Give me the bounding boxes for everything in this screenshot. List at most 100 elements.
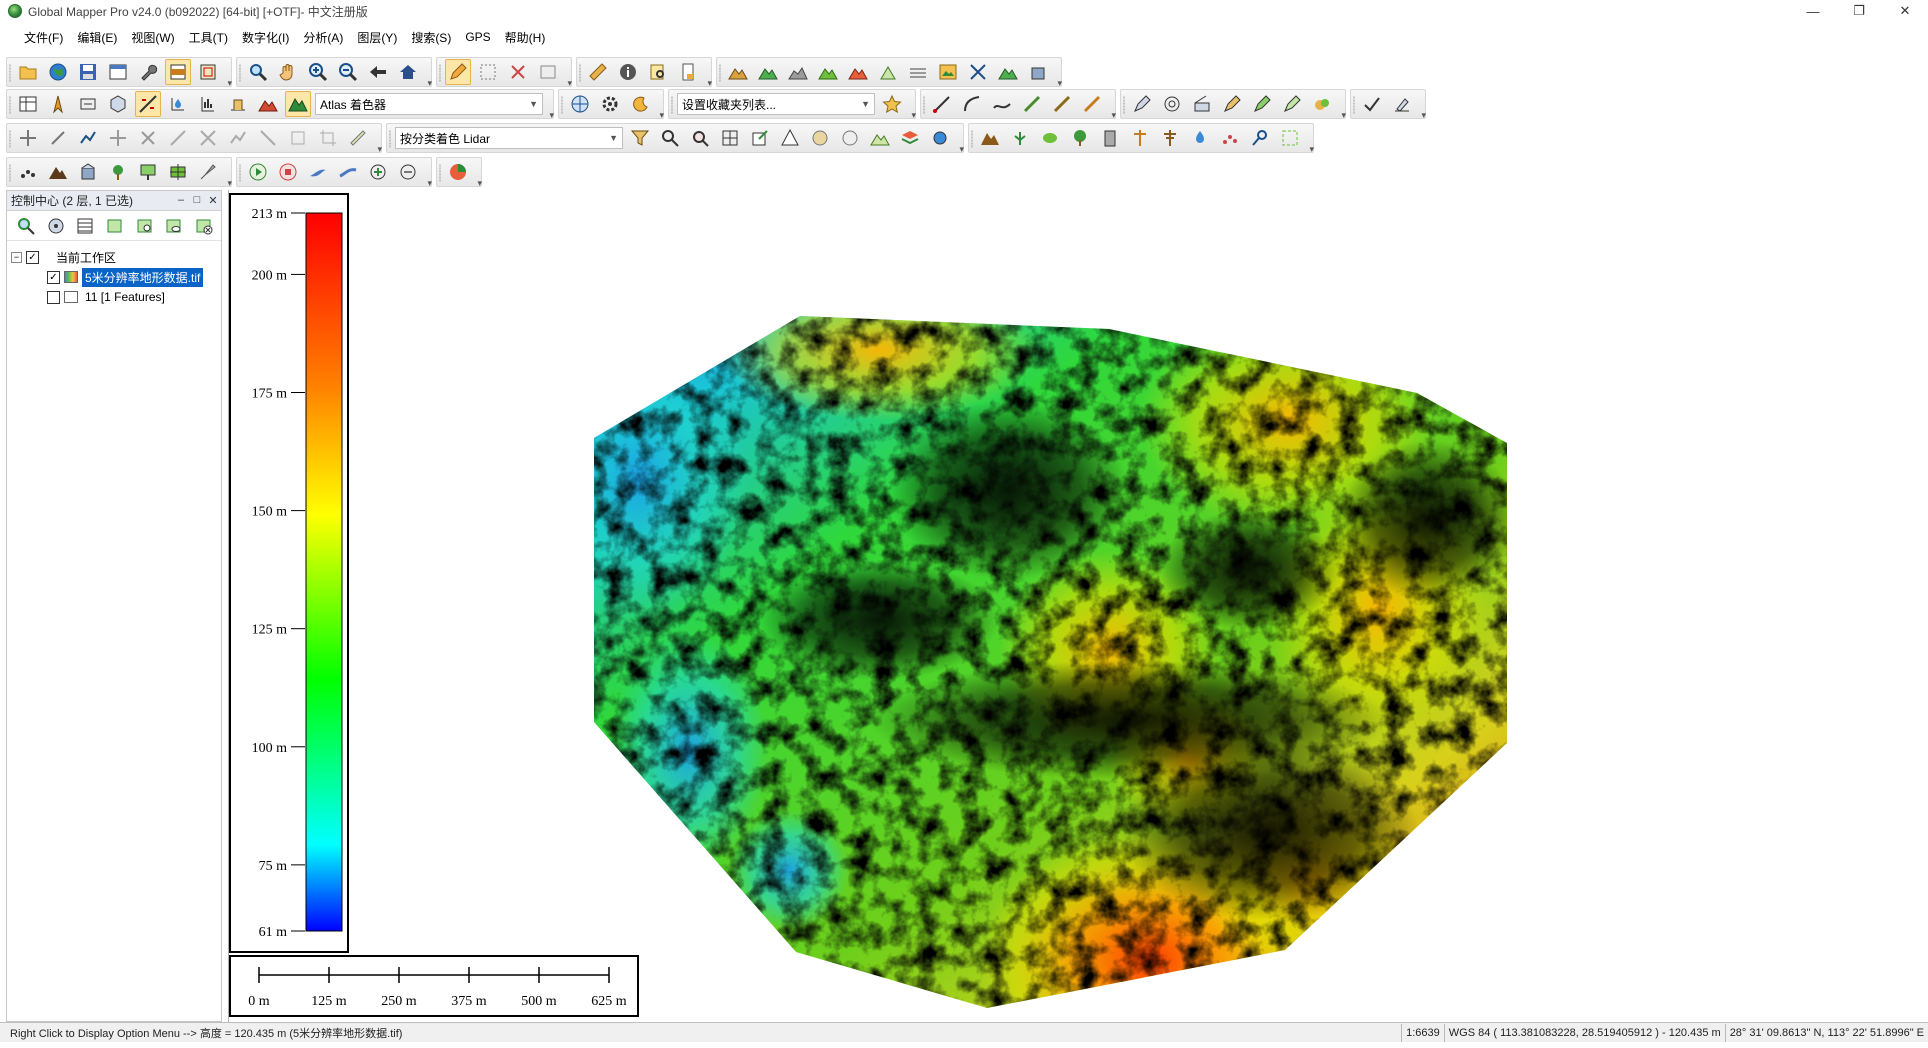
layer-checkbox[interactable] — [47, 290, 60, 304]
projection-globe-icon[interactable] — [567, 91, 593, 117]
feature-label-icon[interactable] — [225, 91, 251, 117]
layer-options-icon[interactable] — [43, 214, 69, 238]
offset-line-icon[interactable] — [285, 125, 311, 151]
favorites-select[interactable]: 设置收藏夹列表... ▼ — [677, 93, 875, 115]
pen-fill-icon[interactable] — [1279, 91, 1305, 117]
measure-ruler-icon[interactable] — [585, 59, 611, 85]
pen-green-icon[interactable] — [1249, 91, 1275, 117]
create-line-icon[interactable] — [929, 91, 955, 117]
lidar-layers-icon[interactable] — [897, 125, 923, 151]
back-arrow-icon[interactable] — [365, 59, 391, 85]
pen-line-icon[interactable] — [1219, 91, 1245, 117]
create-curve-icon[interactable] — [989, 91, 1015, 117]
extract-building-icon[interactable] — [75, 159, 101, 185]
route-icon[interactable] — [335, 159, 361, 185]
target-circle-icon[interactable] — [1159, 91, 1185, 117]
stop-icon[interactable] — [275, 159, 301, 185]
shader-select[interactable]: Atlas 着色器 ▼ — [315, 93, 543, 115]
move-vertex-icon[interactable] — [105, 125, 131, 151]
lidar-query-icon[interactable] — [687, 125, 713, 151]
path-profile-icon[interactable] — [785, 59, 811, 85]
menu-layer[interactable]: 图层(Y) — [357, 29, 397, 46]
digitizer-pencil-icon[interactable] — [445, 59, 471, 85]
play-icon[interactable] — [245, 159, 271, 185]
building-extract-icon[interactable] — [1025, 59, 1051, 85]
favorite-star-icon[interactable] — [879, 91, 905, 117]
pdf-export-icon[interactable] — [675, 59, 701, 85]
layer-row[interactable]: 11 [1 Features] — [11, 287, 217, 307]
info-icon[interactable] — [615, 59, 641, 85]
menu-help[interactable]: 帮助(H) — [505, 29, 546, 46]
elevation-legend[interactable]: 213 m 200 m 175 m 150 m 125 m 100 m 75 m 61 m — [229, 193, 349, 953]
create-arc-icon[interactable] — [959, 91, 985, 117]
terrain-analysis-icon[interactable] — [725, 59, 751, 85]
watershed-icon[interactable] — [875, 59, 901, 85]
menu-edit[interactable]: 编辑(E) — [77, 29, 117, 46]
layer-checkbox[interactable]: ✓ — [47, 270, 60, 284]
key-points-icon[interactable] — [1247, 125, 1273, 151]
add-layer-icon[interactable] — [365, 159, 391, 185]
noise-class-icon[interactable] — [1217, 125, 1243, 151]
menu-view[interactable]: 视图(W) — [131, 29, 174, 46]
close-button[interactable]: ✕ — [1882, 0, 1928, 22]
select-rectangle-icon[interactable] — [475, 59, 501, 85]
overview-map-icon[interactable] — [195, 59, 221, 85]
trace-line-icon[interactable] — [225, 125, 251, 151]
menu-analysis[interactable]: 分析(A) — [303, 29, 343, 46]
layer-visibility-icon[interactable] — [162, 214, 188, 238]
edit-attributes-icon[interactable] — [535, 59, 561, 85]
control-center-icon[interactable] — [165, 59, 191, 85]
menu-search[interactable]: 搜索(S) — [411, 29, 451, 46]
split-feature-icon[interactable] — [135, 125, 161, 151]
lidar-grid-icon[interactable] — [717, 125, 743, 151]
lidar-terrain-icon[interactable] — [867, 125, 893, 151]
lidar-filter-icon[interactable] — [627, 125, 653, 151]
lidar-triangle-icon[interactable] — [777, 125, 803, 151]
layer-metadata-icon[interactable] — [102, 214, 128, 238]
layout-grid-icon[interactable] — [15, 91, 41, 117]
open-folder-icon[interactable] — [15, 59, 41, 85]
menu-file[interactable]: 文件(F) — [24, 29, 63, 46]
combine-terrain-icon[interactable] — [995, 59, 1021, 85]
tree-icon[interactable] — [1067, 125, 1093, 151]
draw-pen-icon[interactable] — [1129, 91, 1155, 117]
3d-cube-icon[interactable] — [105, 91, 131, 117]
layer-row[interactable]: ✓ 5米分辨率地形数据.tif — [11, 267, 217, 287]
home-icon[interactable] — [395, 59, 421, 85]
mountain-icon[interactable] — [45, 159, 71, 185]
zoom-out-icon[interactable] — [335, 59, 361, 85]
satellite-icon[interactable] — [965, 59, 991, 85]
move-feature-icon[interactable] — [15, 125, 41, 151]
lidar-classify-icon[interactable] — [927, 125, 953, 151]
line-edit-icon[interactable] — [165, 125, 191, 151]
view-shed-icon[interactable] — [755, 59, 781, 85]
elevation-legend-icon[interactable] — [195, 91, 221, 117]
segment-icon[interactable] — [1277, 125, 1303, 151]
panel-minimize-icon[interactable]: – — [173, 194, 189, 207]
globe-icon[interactable] — [45, 59, 71, 85]
low-vegetation-icon[interactable] — [1007, 125, 1033, 151]
shapes-icon[interactable] — [1309, 91, 1335, 117]
create-buffer-icon[interactable] — [1079, 91, 1105, 117]
volume-icon[interactable] — [815, 59, 841, 85]
lidar-edit-icon[interactable] — [747, 125, 773, 151]
panel-maximize-icon[interactable]: □ — [189, 194, 205, 207]
image-rectify-icon[interactable] — [935, 59, 961, 85]
config-gear-icon[interactable] — [597, 91, 623, 117]
building-icon[interactable] — [1097, 125, 1123, 151]
lidar-points-icon[interactable] — [807, 125, 833, 151]
grid-measure-icon[interactable] — [1189, 91, 1215, 117]
power-line-icon[interactable] — [1157, 125, 1183, 151]
layout-icon[interactable] — [105, 59, 131, 85]
minimize-button[interactable]: — — [1790, 0, 1836, 22]
lidar-search-icon[interactable] — [657, 125, 683, 151]
check-vertex-icon[interactable] — [1359, 91, 1385, 117]
scale-bar[interactable]: 0 m 125 m 250 m 375 m 500 m 625 m — [229, 955, 639, 1017]
fly-through-icon[interactable] — [305, 159, 331, 185]
map-view[interactable] — [228, 190, 1928, 1022]
workspace-node[interactable]: − ✓ 当前工作区 — [11, 247, 217, 267]
cut-line-icon[interactable] — [255, 125, 281, 151]
restore-button[interactable]: ❐ — [1836, 0, 1882, 22]
point-cloud-icon[interactable] — [15, 159, 41, 185]
extract-pole-icon[interactable] — [135, 159, 161, 185]
